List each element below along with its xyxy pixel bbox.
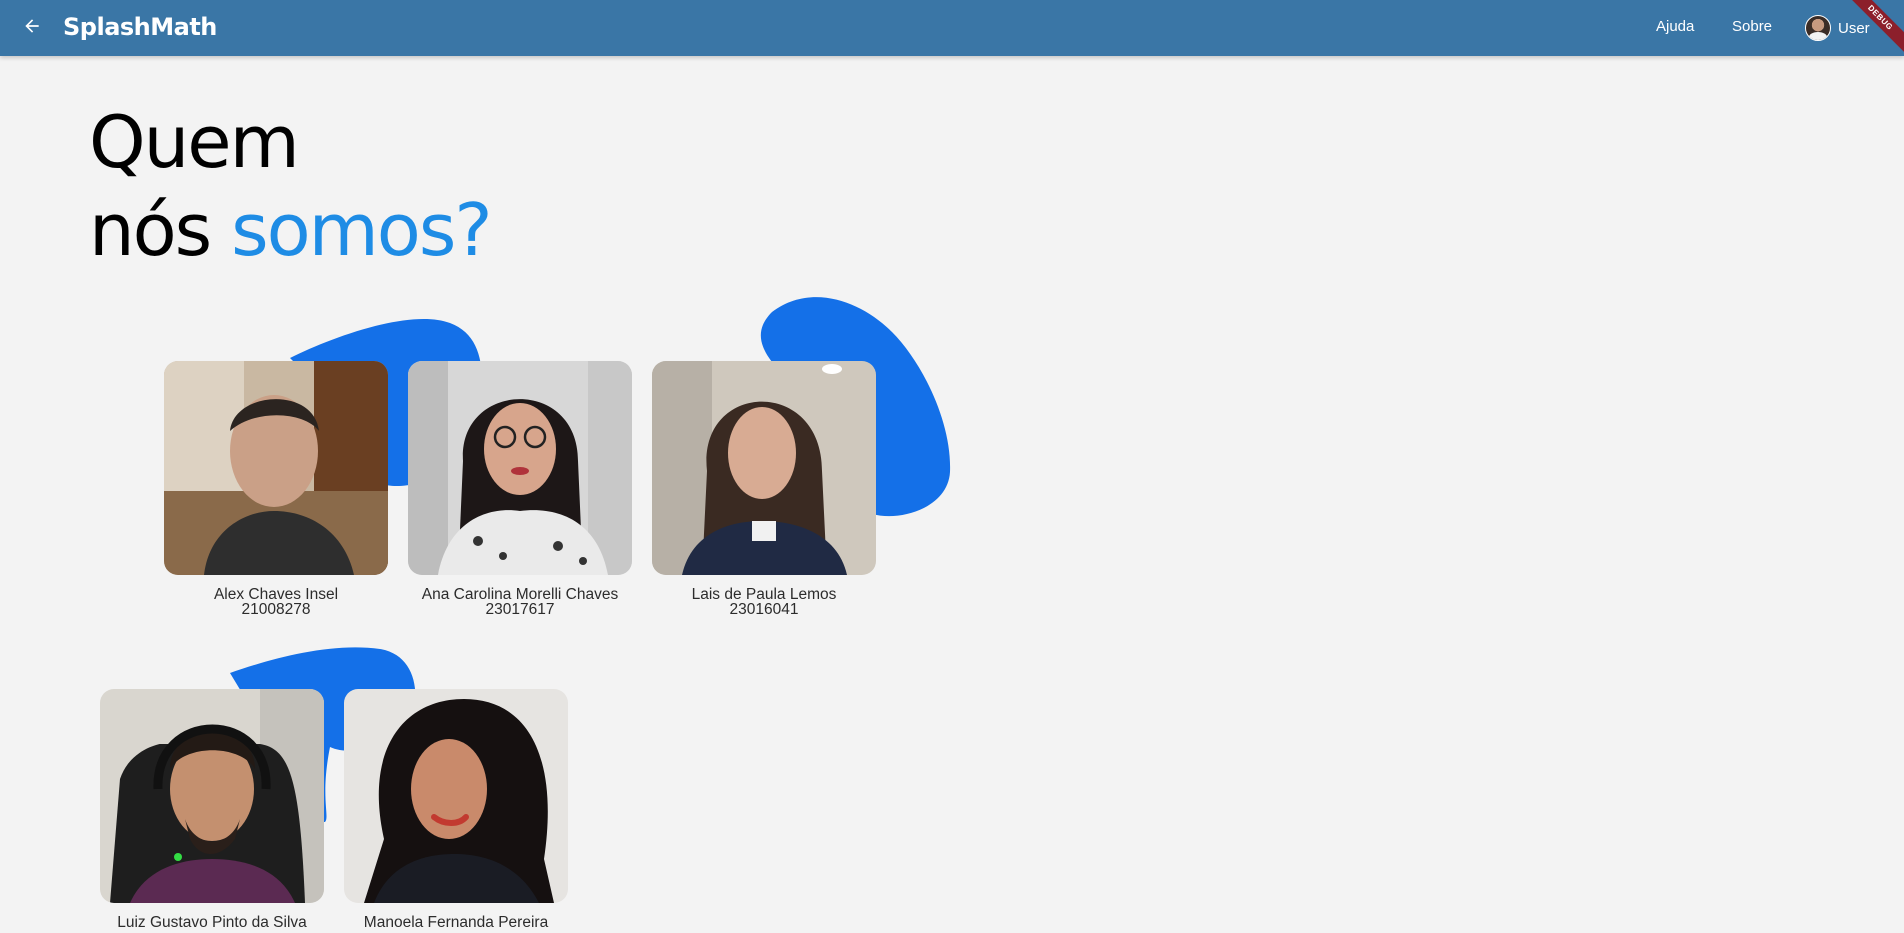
team-member-card: Alex Chaves Insel 21008278 (164, 361, 388, 617)
debug-banner-label: DEBUG (1844, 0, 1904, 59)
team-member-card: Ana Carolina Morelli Chaves 23017617 (408, 361, 632, 617)
member-photo (652, 361, 876, 575)
member-id: 21008278 (241, 601, 311, 618)
back-button[interactable] (12, 8, 52, 48)
user-avatar (1805, 15, 1831, 41)
team-member-card: Luiz Gustavo Pinto da Silva (100, 689, 324, 930)
nav-help-link[interactable]: Ajuda (1656, 17, 1694, 37)
member-photo (100, 689, 324, 903)
page-title: Quem nós somos? (89, 98, 493, 274)
member-name: Lais de Paula Lemos (691, 586, 837, 603)
member-photo (408, 361, 632, 575)
member-id: 23016041 (729, 601, 799, 618)
member-name: Alex Chaves Insel (213, 586, 339, 603)
title-line-2-accent: somos? (231, 188, 492, 272)
app-title: SplashMath (63, 13, 217, 41)
app-bar: SplashMath Ajuda Sobre User (0, 0, 1904, 56)
member-name: Ana Carolina Morelli Chaves (421, 586, 619, 603)
member-photo (344, 689, 568, 903)
arrow-back-icon (22, 16, 42, 41)
title-line-1: Quem (89, 100, 300, 184)
member-name: Luiz Gustavo Pinto da Silva (117, 914, 307, 931)
team-member-card: Manoela Fernanda Pereira (344, 689, 568, 930)
nav-about-link[interactable]: Sobre (1732, 17, 1772, 37)
team-member-card: Lais de Paula Lemos 23016041 (652, 361, 876, 617)
member-name: Manoela Fernanda Pereira (363, 914, 549, 931)
member-id: 23017617 (485, 601, 555, 618)
debug-banner: DEBUG (1844, 0, 1904, 60)
title-line-2-plain: nós (89, 188, 212, 272)
about-page: SplashMath Ajuda Sobre User DEBUG Quem n… (0, 0, 1904, 933)
member-photo (164, 361, 388, 575)
